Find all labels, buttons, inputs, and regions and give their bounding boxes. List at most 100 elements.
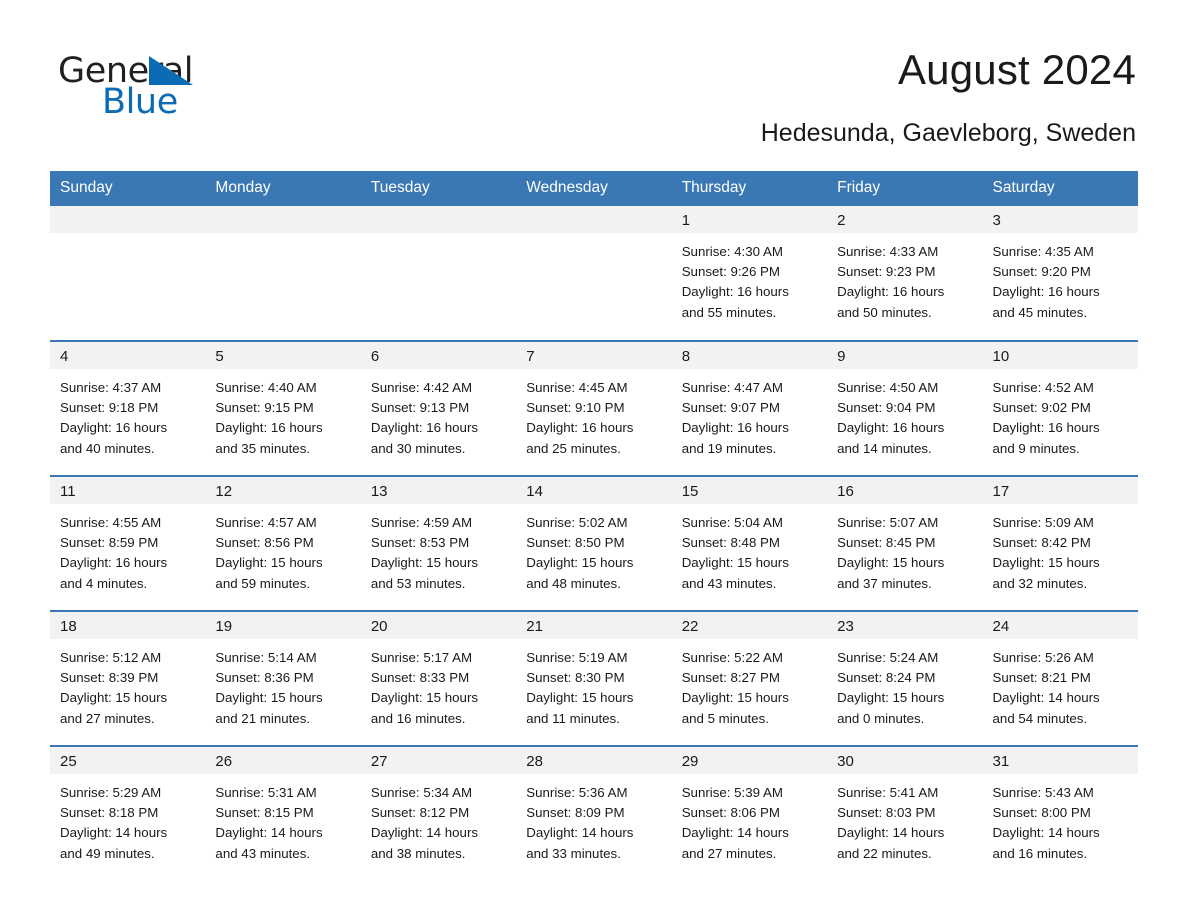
sunrise-time: Sunrise: 5:39 AM	[681, 785, 783, 800]
day-details: Sunrise: 4:30 AM Sunset: 9:26 PM Daylight:…	[672, 233, 827, 323]
day-number	[205, 206, 361, 233]
calendar-day-cell[interactable]: 14 Sunrise: 5:02 AM Sunset: 8:50 PM Dayligh…	[516, 475, 672, 611]
weekday-header-thursday: Thursday	[671, 171, 828, 206]
sunrise-time: Sunrise: 5:36 AM	[526, 785, 628, 800]
daylight-duration-line2: and 32 minutes.	[992, 575, 1088, 591]
daylight-duration-line1: Daylight: 15 hours	[681, 555, 789, 571]
calendar-day-cell[interactable]: 28 Sunrise: 5:36 AM Sunset: 8:09 PM Dayligh…	[516, 745, 672, 881]
calendar-day-cell[interactable]: 1 Sunrise: 4:30 AM Sunset: 9:26 PM Daylight…	[671, 206, 828, 341]
calendar-day-cell[interactable]: 3 Sunrise: 4:35 AM Sunset: 9:20 PM Daylight…	[982, 206, 1138, 341]
sunset-time: Sunset: 9:18 PM	[60, 400, 159, 416]
calendar-day-cell[interactable]: 18 Sunrise: 5:12 AM Sunset: 8:39 PM Dayligh…	[50, 610, 206, 746]
calendar-day-cell[interactable]: 22 Sunrise: 5:22 AM Sunset: 8:27 PM Dayligh…	[671, 610, 828, 746]
calendar-day-cell[interactable]: 25 Sunrise: 5:29 AM Sunset: 8:18 PM Dayligh…	[50, 745, 206, 881]
day-number: 12	[205, 477, 361, 504]
calendar-day-cell[interactable]: 20 Sunrise: 5:17 AM Sunset: 8:33 PM Dayligh…	[360, 610, 517, 746]
calendar-day-cell[interactable]: 31 Sunrise: 5:43 AM Sunset: 8:00 PM Dayligh…	[982, 745, 1138, 881]
sunset-time: Sunset: 8:59 PM	[60, 535, 159, 551]
calendar-day-cell[interactable]: 12 Sunrise: 4:57 AM Sunset: 8:56 PM Dayligh…	[205, 475, 361, 611]
day-number: 1	[671, 206, 828, 233]
calendar-day-cell[interactable]: 8 Sunrise: 4:47 AM Sunset: 9:07 PM Daylight…	[671, 340, 828, 476]
calendar-day-cell[interactable]: 10 Sunrise: 4:52 AM Sunset: 9:02 PM Dayligh…	[982, 340, 1138, 476]
calendar-day-cell[interactable]: 21 Sunrise: 5:19 AM Sunset: 8:30 PM Dayligh…	[516, 610, 672, 746]
day-number: 29	[671, 747, 828, 774]
sunrise-time: Sunrise: 4:33 AM	[837, 244, 939, 259]
day-details: Sunrise: 5:34 AM Sunset: 8:12 PM Daylight:…	[361, 774, 516, 864]
day-details: Sunrise: 4:52 AM Sunset: 9:02 PM Daylight:…	[983, 369, 1138, 459]
calendar-day-cell[interactable]: 15 Sunrise: 5:04 AM Sunset: 8:48 PM Dayligh…	[671, 475, 828, 611]
calendar-day-cell[interactable]: 7 Sunrise: 4:45 AM Sunset: 9:10 PM Daylight…	[516, 340, 672, 476]
calendar-day-cell[interactable]: 23 Sunrise: 5:24 AM Sunset: 8:24 PM Dayligh…	[827, 610, 983, 746]
calendar-day-cell[interactable]: 26 Sunrise: 5:31 AM Sunset: 8:15 PM Dayligh…	[205, 745, 361, 881]
calendar-day-cell[interactable]: 11 Sunrise: 4:55 AM Sunset: 8:59 PM Dayligh…	[50, 475, 206, 611]
calendar-week-row: 4 Sunrise: 4:37 AM Sunset: 9:18 PM Daylight…	[50, 340, 1138, 476]
calendar-day-cell[interactable]: 9 Sunrise: 4:50 AM Sunset: 9:04 PM Daylight…	[827, 340, 983, 476]
daylight-duration-line1: Daylight: 14 hours	[526, 825, 634, 841]
daylight-duration-line2: and 35 minutes.	[215, 440, 311, 456]
calendar-day-cell[interactable]: 13 Sunrise: 4:59 AM Sunset: 8:53 PM Dayligh…	[360, 475, 517, 611]
day-details: Sunrise: 4:33 AM Sunset: 9:23 PM Daylight:…	[827, 233, 982, 323]
daylight-duration-line2: and 33 minutes.	[526, 845, 621, 861]
daylight-duration-line1: Daylight: 16 hours	[992, 284, 1100, 300]
triangle-flag-icon	[149, 56, 193, 85]
daylight-duration-line1: Daylight: 15 hours	[526, 555, 634, 571]
day-details: Sunrise: 4:40 AM Sunset: 9:15 PM Daylight:…	[205, 369, 360, 459]
sunrise-time: Sunrise: 4:52 AM	[992, 380, 1094, 395]
daylight-duration-line1: Daylight: 14 hours	[370, 825, 479, 841]
daylight-duration-line1: Daylight: 15 hours	[370, 690, 479, 706]
day-details: Sunrise: 5:19 AM Sunset: 8:30 PM Daylight:…	[516, 639, 671, 729]
sunrise-time: Sunrise: 5:22 AM	[681, 650, 783, 665]
calendar-cell-empty	[360, 206, 517, 341]
calendar-day-cell[interactable]: 4 Sunrise: 4:37 AM Sunset: 9:18 PM Daylight…	[50, 340, 206, 476]
calendar-day-cell[interactable]: 2 Sunrise: 4:33 AM Sunset: 9:23 PM Daylight…	[827, 206, 983, 341]
calendar-day-cell[interactable]: 17 Sunrise: 5:09 AM Sunset: 8:42 PM Dayligh…	[982, 475, 1138, 611]
calendar-table: Sunday Monday Tuesday Wednesday Thursday…	[50, 171, 1138, 881]
daylight-duration-line1: Daylight: 14 hours	[60, 825, 168, 841]
sunset-time: Sunset: 8:00 PM	[992, 805, 1091, 821]
sunrise-time: Sunrise: 5:14 AM	[215, 650, 317, 665]
daylight-duration-line2: and 40 minutes.	[60, 440, 155, 456]
daylight-duration-line2: and 37 minutes.	[837, 575, 932, 591]
daylight-duration-line1: Daylight: 16 hours	[526, 420, 634, 436]
daylight-duration-line1: Daylight: 16 hours	[60, 555, 168, 571]
day-details: Sunrise: 5:29 AM Sunset: 8:18 PM Daylight:…	[50, 774, 205, 864]
calendar-week-row: 11 Sunrise: 4:55 AM Sunset: 8:59 PM Dayligh…	[50, 475, 1138, 611]
sunset-time: Sunset: 9:23 PM	[837, 264, 936, 280]
day-details: Sunrise: 5:31 AM Sunset: 8:15 PM Daylight:…	[205, 774, 360, 864]
weekday-header-sunday: Sunday	[50, 171, 206, 206]
daylight-duration-line2: and 16 minutes.	[992, 845, 1088, 861]
calendar-cell-empty	[516, 206, 672, 341]
calendar-day-cell[interactable]: 5 Sunrise: 4:40 AM Sunset: 9:15 PM Daylight…	[205, 340, 361, 476]
daylight-duration-line2: and 54 minutes.	[992, 710, 1088, 726]
day-number: 2	[827, 206, 983, 233]
day-number	[50, 206, 206, 233]
day-number: 9	[827, 342, 983, 369]
daylight-duration-line2: and 27 minutes.	[681, 845, 777, 861]
day-details: Sunrise: 5:12 AM Sunset: 8:39 PM Daylight:…	[50, 639, 205, 729]
daylight-duration-line2: and 22 minutes.	[837, 845, 932, 861]
day-number: 8	[671, 342, 828, 369]
day-number: 24	[982, 612, 1138, 639]
calendar-page: General Blue August 2024 Hedesunda, Gaev…	[0, 0, 1188, 918]
daylight-duration-line1: Daylight: 16 hours	[681, 420, 789, 436]
calendar-day-cell[interactable]: 24 Sunrise: 5:26 AM Sunset: 8:21 PM Dayligh…	[982, 610, 1138, 746]
daylight-duration-line1: Daylight: 15 hours	[681, 690, 789, 706]
day-details: Sunrise: 5:02 AM Sunset: 8:50 PM Daylight:…	[516, 504, 671, 594]
sunset-time: Sunset: 8:27 PM	[681, 670, 780, 686]
day-number: 17	[982, 477, 1138, 504]
sunset-time: Sunset: 8:42 PM	[992, 535, 1091, 551]
sunset-time: Sunset: 9:15 PM	[215, 400, 314, 416]
generalblue-logo[interactable]: General Blue	[58, 46, 208, 120]
sunset-time: Sunset: 8:18 PM	[60, 805, 159, 821]
calendar-day-cell[interactable]: 27 Sunrise: 5:34 AM Sunset: 8:12 PM Dayligh…	[360, 745, 517, 881]
sunrise-time: Sunrise: 4:50 AM	[837, 380, 939, 395]
daylight-duration-line2: and 55 minutes.	[681, 304, 777, 320]
calendar-day-cell[interactable]: 19 Sunrise: 5:14 AM Sunset: 8:36 PM Dayligh…	[205, 610, 361, 746]
day-number: 10	[982, 342, 1138, 369]
calendar-day-cell[interactable]: 16 Sunrise: 5:07 AM Sunset: 8:45 PM Dayligh…	[827, 475, 983, 611]
sunset-time: Sunset: 9:20 PM	[992, 264, 1091, 280]
day-details: Sunrise: 5:26 AM Sunset: 8:21 PM Daylight:…	[983, 639, 1138, 729]
calendar-day-cell[interactable]: 29 Sunrise: 5:39 AM Sunset: 8:06 PM Dayligh…	[671, 745, 828, 881]
calendar-day-cell[interactable]: 30 Sunrise: 5:41 AM Sunset: 8:03 PM Dayligh…	[827, 745, 983, 881]
calendar-day-cell[interactable]: 6 Sunrise: 4:42 AM Sunset: 9:13 PM Daylight…	[360, 340, 517, 476]
